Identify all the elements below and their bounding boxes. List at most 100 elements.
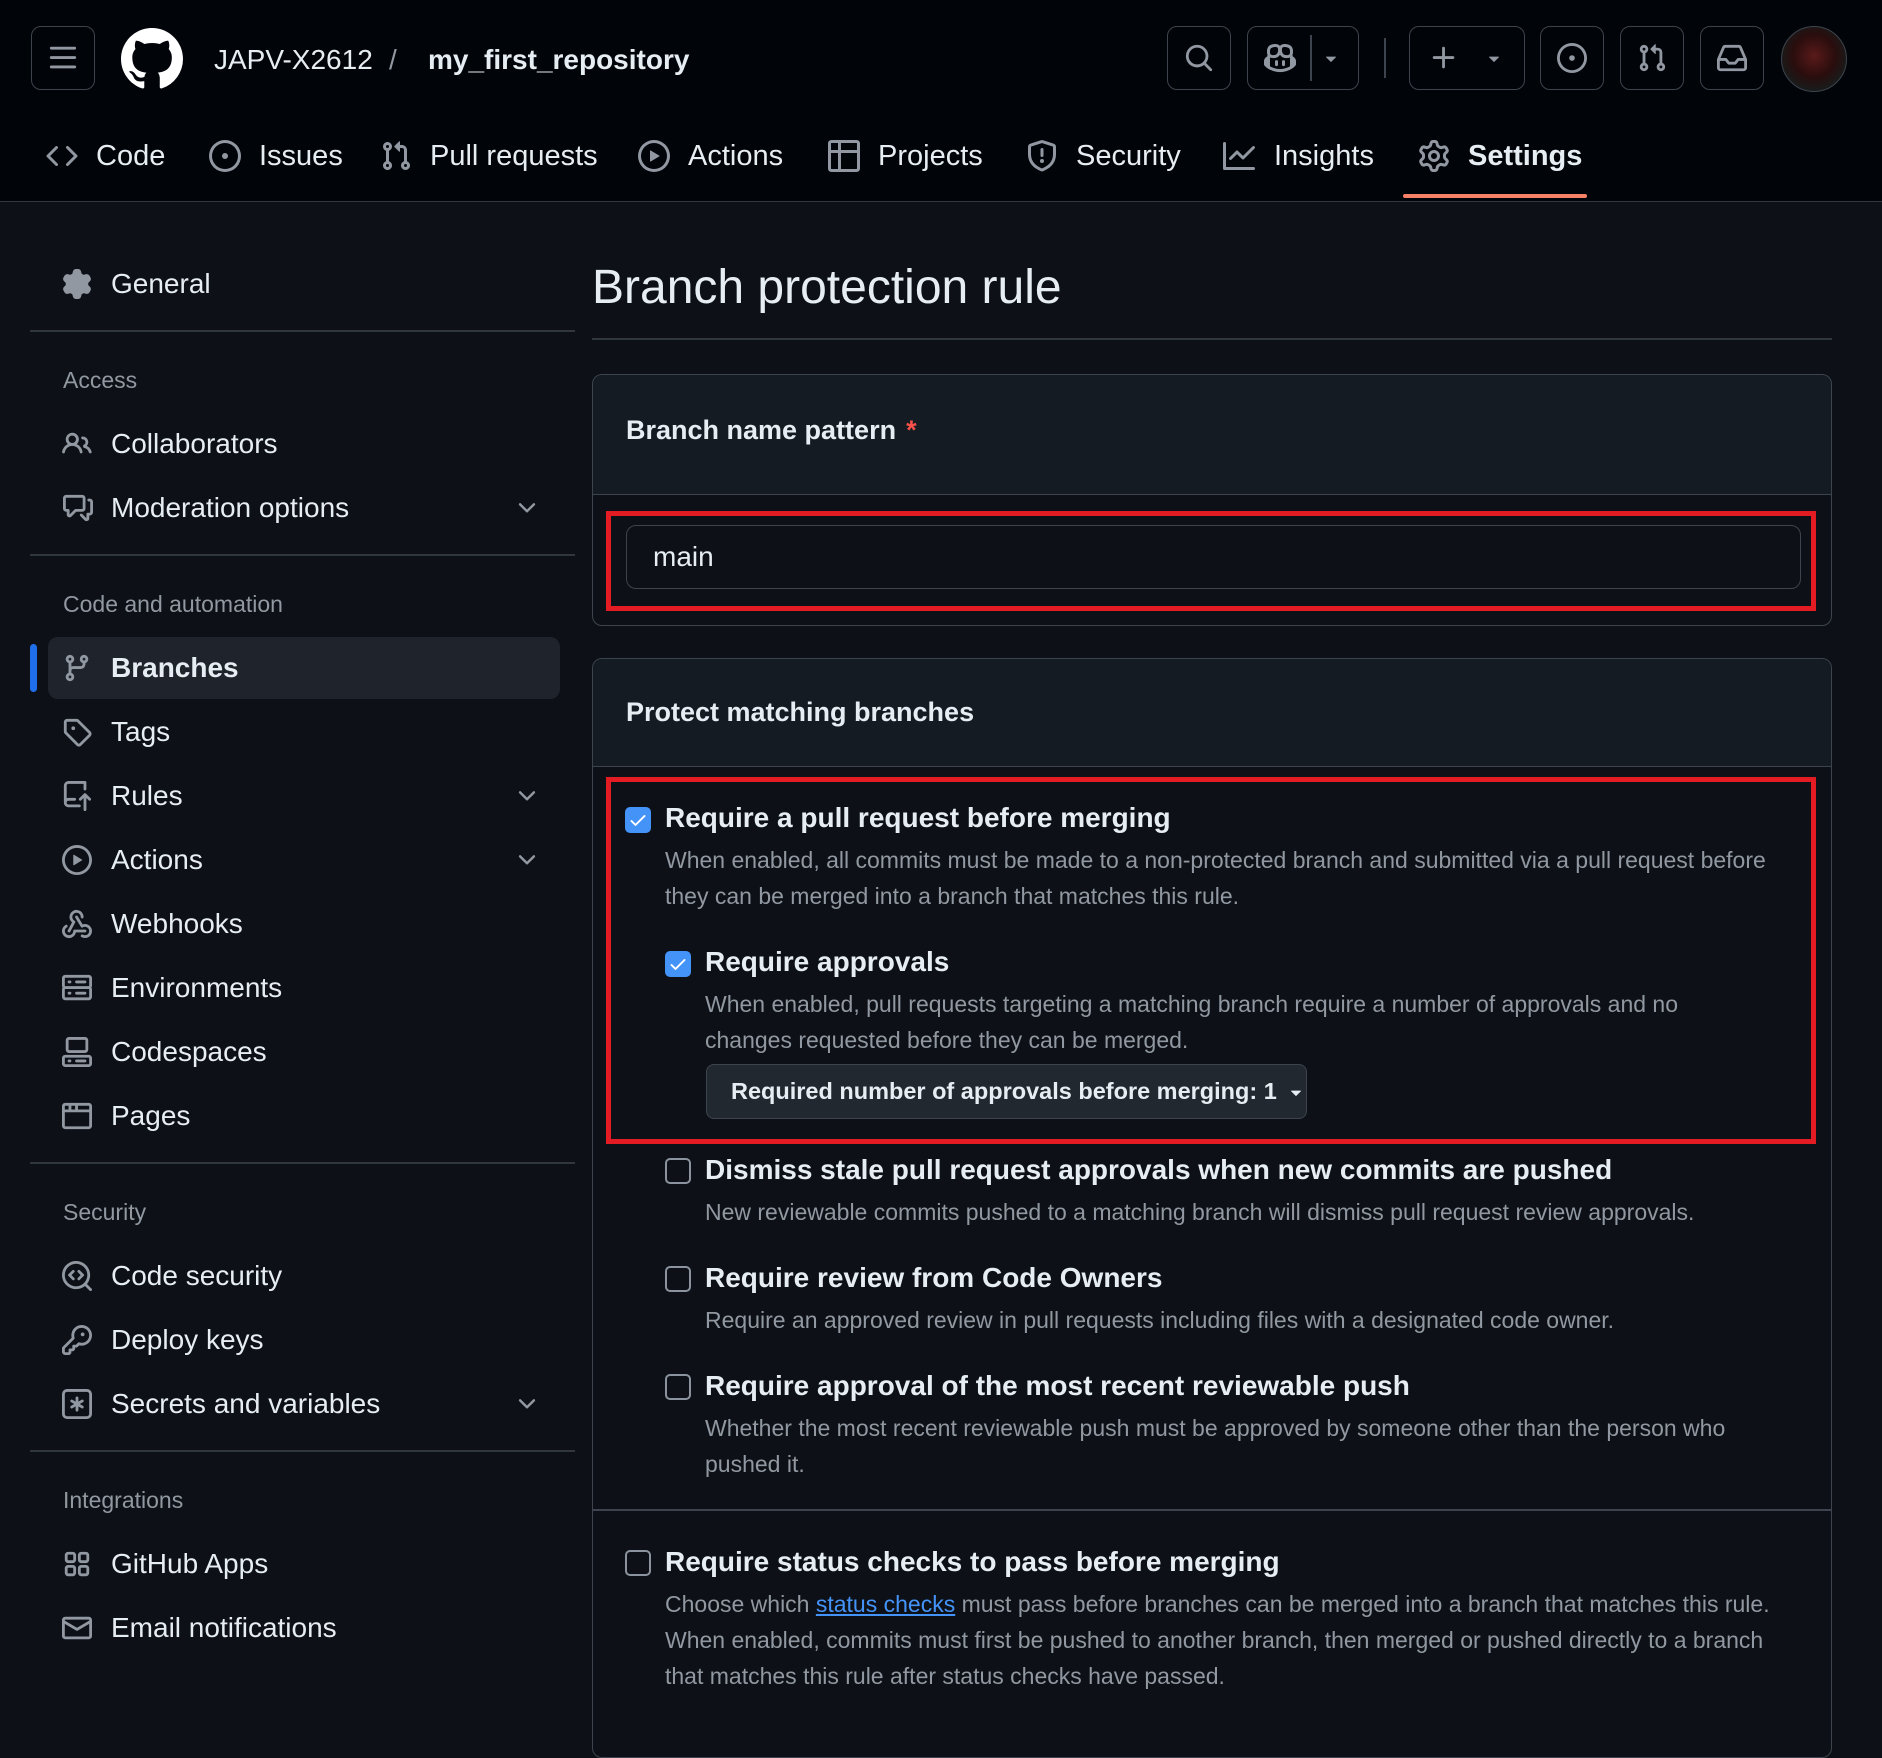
search-button[interactable]	[1167, 26, 1231, 90]
plus-icon	[1429, 43, 1459, 73]
sidebar-item-moderation[interactable]: Moderation options	[30, 477, 560, 539]
avatar[interactable]	[1781, 26, 1847, 92]
play-icon	[638, 140, 670, 172]
sidebar-heading-security: Security	[63, 1199, 147, 1225]
sidebar-item-deploy-keys[interactable]: Deploy keys	[30, 1309, 560, 1371]
highlight-box	[606, 511, 1816, 611]
inbox-icon	[1717, 43, 1747, 73]
tab-settings[interactable]: Settings	[1418, 126, 1582, 186]
codescan-icon	[62, 1261, 92, 1291]
pull-requests-button[interactable]	[1620, 26, 1684, 90]
tag-icon	[62, 717, 92, 747]
sidebar-item-actions[interactable]: Actions	[30, 829, 560, 891]
issue-opened-icon	[209, 140, 241, 172]
code-owners-checkbox[interactable]	[665, 1266, 691, 1292]
table-icon	[828, 140, 860, 172]
tab-code[interactable]: Code	[46, 126, 165, 186]
sidebar-item-label: Code security	[111, 1260, 283, 1291]
code-owners-title[interactable]: Require review from Code Owners	[705, 1262, 1162, 1294]
sidebar-item-label: Moderation options	[111, 492, 350, 523]
sidebar-item-label: GitHub Apps	[111, 1548, 269, 1579]
sidebar-item-github-apps[interactable]: GitHub Apps	[30, 1533, 560, 1595]
sidebar-item-general[interactable]: General	[30, 253, 560, 315]
sidebar-item-label: Secrets and variables	[111, 1388, 381, 1419]
gear-icon	[1418, 140, 1450, 172]
box-header: Branch name pattern *	[593, 375, 1831, 495]
chevron-down-icon	[514, 1391, 540, 1417]
sidebar-item-label: Environments	[111, 972, 283, 1003]
status-checks-checkbox[interactable]	[625, 1550, 651, 1576]
key-asterisk-icon	[62, 1389, 92, 1419]
sidebar-item-webhooks[interactable]: Webhooks	[30, 893, 560, 955]
tab-label: Actions	[688, 139, 784, 172]
status-checks-desc: Choose which status checks must pass bef…	[665, 1586, 1805, 1694]
dismiss-stale-title[interactable]: Dismiss stale pull request approvals whe…	[705, 1154, 1612, 1186]
apps-icon	[62, 1549, 92, 1579]
sidebar-divider	[30, 330, 575, 332]
issues-button[interactable]	[1540, 26, 1604, 90]
sidebar-item-tags[interactable]: Tags	[30, 701, 560, 763]
tab-actions[interactable]: Actions	[638, 126, 783, 186]
sidebar-item-collaborators[interactable]: Collaborators	[30, 413, 560, 475]
sidebar-item-codespaces[interactable]: Codespaces	[30, 1021, 560, 1083]
code-owners-desc: Require an approved review in pull reque…	[705, 1307, 1615, 1333]
key-icon	[62, 1325, 92, 1355]
menu-button[interactable]	[31, 26, 95, 90]
sidebar-item-environments[interactable]: Environments	[30, 957, 560, 1019]
mail-icon	[62, 1613, 92, 1643]
tab-security[interactable]: Security	[1026, 126, 1181, 186]
dismiss-stale-checkbox[interactable]	[665, 1158, 691, 1184]
issue-opened-icon	[1557, 43, 1587, 73]
git-pull-request-icon	[1637, 43, 1667, 73]
sidebar-item-branches[interactable]: Branches	[48, 637, 560, 699]
codespaces-icon	[62, 1037, 92, 1067]
sidebar-item-secrets[interactable]: Secrets and variables	[30, 1373, 560, 1435]
tab-label: Code	[96, 139, 166, 172]
sidebar-divider	[30, 1162, 575, 1164]
status-checks-title[interactable]: Require status checks to pass before mer…	[665, 1546, 1280, 1578]
git-branch-icon	[62, 653, 92, 683]
tab-pull-requests[interactable]: Pull requests	[380, 126, 598, 186]
box-header: Protect matching branches	[593, 659, 1831, 767]
github-logo-icon[interactable]	[121, 28, 183, 90]
chevron-down-icon	[514, 847, 540, 873]
triangle-down-icon	[1320, 47, 1342, 69]
recent-push-title[interactable]: Require approval of the most recent revi…	[705, 1370, 1410, 1402]
triangle-down-icon	[1483, 47, 1505, 69]
create-new-button[interactable]	[1409, 26, 1525, 90]
sidebar-item-email-notifications[interactable]: Email notifications	[30, 1597, 560, 1659]
copilot-button[interactable]	[1247, 26, 1359, 90]
sidebar-divider	[30, 1450, 575, 1452]
sidebar-item-rules[interactable]: Rules	[30, 765, 560, 827]
active-tab-indicator	[1403, 194, 1587, 198]
global-header: JAPV-X2612 / my_first_repository Code Is…	[0, 0, 1882, 202]
tab-label: Insights	[1274, 139, 1374, 172]
server-icon	[62, 973, 92, 1003]
section-divider	[592, 1509, 1832, 1511]
tab-label: Projects	[878, 139, 983, 172]
tab-insights[interactable]: Insights	[1222, 126, 1374, 186]
tab-label: Settings	[1468, 139, 1583, 172]
people-icon	[62, 429, 92, 459]
play-icon	[62, 845, 92, 875]
recent-push-checkbox[interactable]	[665, 1374, 691, 1400]
breadcrumb-owner[interactable]: JAPV-X2612	[214, 40, 373, 80]
header-divider	[1384, 38, 1386, 78]
required-marker: *	[906, 415, 917, 445]
gear-icon	[62, 269, 92, 299]
sidebar-heading-code-automation: Code and automation	[63, 591, 283, 617]
inbox-button[interactable]	[1700, 26, 1764, 90]
sidebar-item-label: Actions	[111, 844, 203, 875]
sidebar-item-pages[interactable]: Pages	[30, 1085, 560, 1147]
sidebar-item-label: Webhooks	[111, 908, 243, 939]
tab-projects[interactable]: Projects	[828, 126, 983, 186]
label-text: Branch name pattern	[626, 415, 897, 445]
sidebar-item-code-security[interactable]: Code security	[30, 1245, 560, 1307]
branch-pattern-label: Branch name pattern *	[626, 415, 917, 446]
sidebar-divider	[30, 554, 575, 556]
breadcrumb-repo[interactable]: my_first_repository	[428, 40, 689, 80]
tab-issues[interactable]: Issues	[209, 126, 343, 186]
protect-heading: Protect matching branches	[626, 697, 975, 727]
status-checks-link[interactable]: status checks	[816, 1591, 955, 1617]
sidebar-item-label: Tags	[111, 716, 171, 747]
